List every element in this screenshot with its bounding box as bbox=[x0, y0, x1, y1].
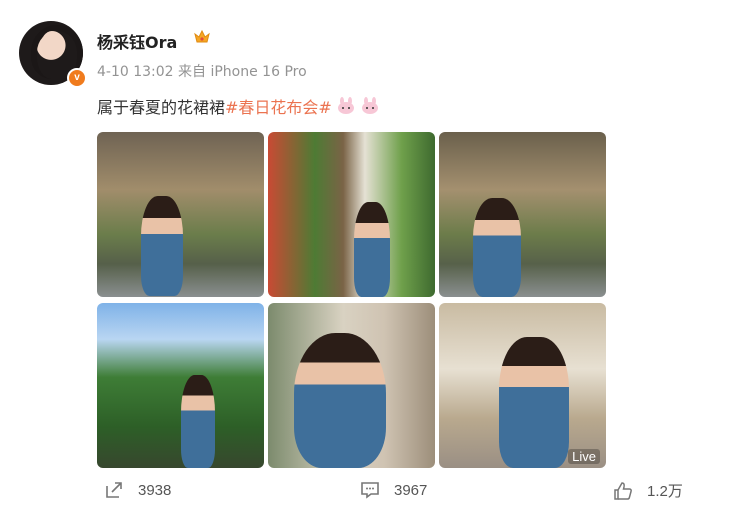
photo-6[interactable]: Live bbox=[439, 303, 606, 468]
person-figure bbox=[473, 198, 521, 297]
photo-grid: Live bbox=[97, 132, 606, 468]
avatar-face bbox=[41, 31, 63, 59]
bunny-emoji-icon bbox=[361, 97, 378, 114]
comment-button[interactable]: 3967 bbox=[360, 480, 427, 500]
share-count: 3938 bbox=[138, 481, 172, 499]
person-figure bbox=[294, 333, 386, 468]
crown-icon bbox=[194, 29, 210, 43]
verified-badge-icon: v bbox=[67, 68, 87, 88]
person-figure bbox=[499, 337, 569, 468]
username[interactable]: 杨采钰Ora bbox=[97, 29, 177, 53]
bunny-emoji-icon bbox=[337, 97, 354, 114]
comment-count: 3967 bbox=[394, 481, 428, 499]
action-bar: 3938 3967 1.2万 bbox=[0, 480, 751, 508]
share-button[interactable]: 3938 bbox=[104, 480, 171, 500]
photo-4[interactable] bbox=[97, 303, 264, 468]
post-body: 属于春夏的花裙裙 bbox=[97, 98, 226, 117]
photo-2[interactable] bbox=[268, 132, 435, 297]
live-photo-badge: Live bbox=[568, 449, 600, 464]
person-figure bbox=[181, 375, 215, 468]
comment-icon bbox=[361, 482, 379, 499]
photo-3[interactable] bbox=[439, 132, 606, 297]
photo-5[interactable] bbox=[268, 303, 435, 468]
person-figure bbox=[354, 202, 390, 297]
like-button[interactable]: 1.2万 bbox=[613, 480, 683, 501]
share-icon bbox=[106, 482, 122, 498]
like-count: 1.2万 bbox=[647, 483, 683, 500]
post-meta: 4-10 13:02 来自 iPhone 16 Pro bbox=[97, 64, 307, 80]
thumbs-up-icon bbox=[614, 481, 632, 500]
person-figure bbox=[141, 196, 183, 296]
photo-1[interactable] bbox=[97, 132, 264, 297]
hashtag-link[interactable]: #春日花布会# bbox=[225, 94, 332, 118]
post-text: 属于春夏的花裙裙 #春日花布会# bbox=[97, 94, 380, 118]
